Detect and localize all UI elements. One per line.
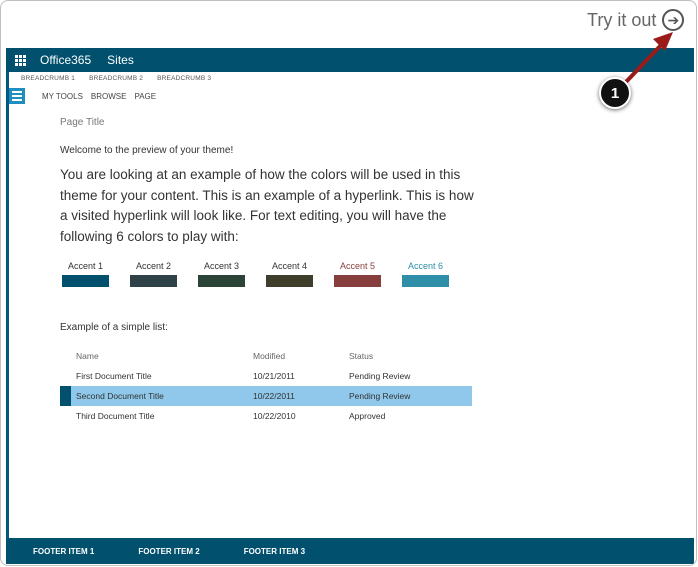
item-status: Approved bbox=[349, 411, 386, 421]
column-header-modified[interactable]: Modified bbox=[253, 351, 285, 361]
list-item[interactable]: First Document Title 10/21/2011 Pending … bbox=[60, 366, 472, 386]
accent-label: Accent 3 bbox=[203, 261, 240, 271]
item-status: Pending Review bbox=[349, 391, 411, 401]
selection-indicator bbox=[60, 386, 71, 406]
arrow-right-circle-icon: ➔ bbox=[662, 9, 685, 31]
accent-swatch bbox=[266, 275, 313, 287]
sites-link[interactable]: Sites bbox=[107, 53, 134, 67]
column-header-name[interactable]: Name bbox=[76, 351, 99, 361]
breadcrumb-item[interactable]: BREADCRUMB 3 bbox=[157, 75, 211, 82]
hamburger-menu-icon[interactable] bbox=[9, 88, 25, 104]
item-name[interactable]: First Document Title bbox=[76, 371, 152, 381]
try-it-out-button[interactable]: Try it out ➔ bbox=[587, 9, 685, 31]
accent-1: Accent 1 bbox=[62, 261, 109, 287]
document-list: Name Modified Status First Document Titl… bbox=[60, 346, 472, 426]
theme-preview: Office365 Sites BREADCRUMB 1 BREADCRUMB … bbox=[6, 48, 694, 564]
footer-item-3[interactable]: FOOTER ITEM 3 bbox=[244, 547, 305, 556]
item-name[interactable]: Third Document Title bbox=[76, 411, 154, 421]
try-it-out-label: Try it out bbox=[587, 9, 657, 30]
suite-bar: Office365 Sites bbox=[6, 48, 694, 72]
accent-2: Accent 2 bbox=[130, 261, 177, 287]
footer: FOOTER ITEM 1 FOOTER ITEM 2 FOOTER ITEM … bbox=[6, 538, 694, 564]
accent-label: Accent 2 bbox=[135, 261, 172, 271]
accent-4: Accent 4 bbox=[266, 261, 313, 287]
accent-swatch bbox=[130, 275, 177, 287]
page-title: Page Title bbox=[60, 117, 105, 128]
accent-label: Accent 6 bbox=[407, 261, 444, 271]
accent-label: Accent 1 bbox=[67, 261, 104, 271]
accent-label: Accent 4 bbox=[271, 261, 308, 271]
app-launcher-icon[interactable] bbox=[6, 48, 34, 72]
breadcrumb-item[interactable]: BREADCRUMB 1 bbox=[21, 75, 75, 82]
footer-item-2[interactable]: FOOTER ITEM 2 bbox=[138, 547, 199, 556]
list-item[interactable]: Third Document Title 10/22/2010 Approved bbox=[60, 406, 472, 426]
left-accent-strip bbox=[6, 72, 9, 542]
screenshot-frame: Try it out ➔ Office365 Sites BREADCRUMB … bbox=[0, 0, 697, 566]
accent-swatch bbox=[334, 275, 381, 287]
item-status: Pending Review bbox=[349, 371, 411, 381]
accent-swatch bbox=[402, 275, 449, 287]
accent-swatch bbox=[198, 275, 245, 287]
footer-item-1[interactable]: FOOTER ITEM 1 bbox=[33, 547, 94, 556]
accent-3: Accent 3 bbox=[198, 261, 245, 287]
accent-5: Accent 5 bbox=[334, 261, 381, 287]
list-header: Name Modified Status bbox=[60, 346, 472, 366]
item-modified: 10/22/2010 bbox=[253, 411, 296, 421]
accent-swatch bbox=[62, 275, 109, 287]
tab-page[interactable]: PAGE bbox=[134, 92, 156, 101]
welcome-text: Welcome to the preview of your theme! bbox=[60, 145, 234, 156]
breadcrumb-item[interactable]: BREADCRUMB 2 bbox=[89, 75, 143, 82]
callout-badge: 1 bbox=[599, 77, 631, 109]
breadcrumb: BREADCRUMB 1 BREADCRUMB 2 BREADCRUMB 3 bbox=[21, 75, 211, 82]
ribbon-nav: MY TOOLS BROWSE PAGE bbox=[6, 88, 156, 104]
item-modified: 10/21/2011 bbox=[253, 371, 295, 381]
suite-brand[interactable]: Office365 bbox=[40, 53, 91, 67]
list-caption: Example of a simple list: bbox=[60, 322, 168, 333]
column-header-status[interactable]: Status bbox=[349, 351, 373, 361]
item-name[interactable]: Second Document Title bbox=[76, 391, 164, 401]
accent-6: Accent 6 bbox=[402, 261, 449, 287]
list-item[interactable]: Second Document Title 10/22/2011 Pending… bbox=[60, 386, 472, 406]
accent-label: Accent 5 bbox=[339, 261, 376, 271]
tab-my-tools[interactable]: MY TOOLS bbox=[42, 92, 83, 101]
item-modified: 10/22/2011 bbox=[253, 391, 295, 401]
tab-browse[interactable]: BROWSE bbox=[91, 92, 127, 101]
body-paragraph: You are looking at an example of how the… bbox=[60, 167, 474, 244]
accent-palette: Accent 1 Accent 2 Accent 3 Accent 4 Acce… bbox=[62, 261, 449, 287]
